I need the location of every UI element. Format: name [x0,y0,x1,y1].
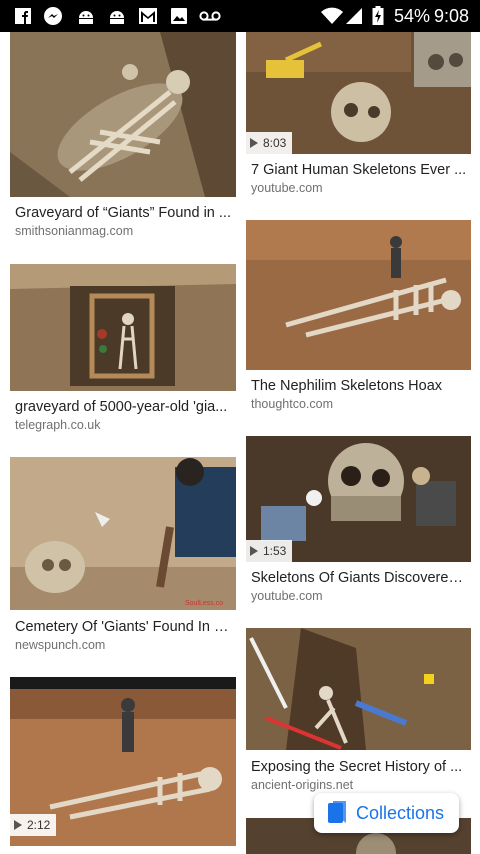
image-results-grid[interactable]: Graveyard of “Giants” Found in ... smith… [0,32,480,854]
result-source: telegraph.co.uk [15,418,101,432]
gmail-icon [138,6,158,26]
result-thumbnail[interactable] [246,628,471,750]
result-title[interactable]: Graveyard of “Giants” Found in ... [15,205,233,221]
result-source: ancient-origins.net [251,778,354,792]
result-thumbnail[interactable]: 8:03 [246,32,471,154]
status-bar: 54% 9:08 [0,0,480,32]
wifi-icon [320,6,344,26]
voicemail-icon [199,6,221,26]
video-duration-badge: 8:03 [246,132,293,154]
result-title[interactable]: Exposing the Secret History of ... [251,759,468,775]
signal-icon [345,6,365,26]
svg-text:SoulLess.co: SoulLess.co [185,600,223,607]
battery-icon [370,6,386,26]
image-result-card[interactable]: Graveyard of “Giants” Found in ... smith… [10,32,236,247]
collections-button[interactable]: Collections [314,793,459,833]
image-result-card[interactable]: The Nephilim Skeletons Hoax thoughtco.co… [246,220,471,415]
clock: 9:08 [434,5,470,26]
result-thumbnail[interactable]: 2:12 [10,677,236,846]
result-source: youtube.com [251,181,323,195]
image-result-card[interactable]: 8:03 7 Giant Human Skeletons Ever ... yo… [246,32,471,204]
result-title[interactable]: The Nephilim Skeletons Hoax [251,378,468,394]
image-result-card[interactable]: 1:53 Skeletons Of Giants Discovered... y… [246,436,471,608]
play-icon [250,138,258,148]
result-title[interactable]: graveyard of 5000-year-old 'gia... [15,399,233,415]
result-title[interactable]: Skeletons Of Giants Discovered... [251,570,468,586]
video-duration-badge: 1:53 [246,540,293,562]
result-thumbnail[interactable]: 1:53 [246,436,471,562]
result-source: smithsonianmag.com [15,224,134,238]
result-title[interactable]: Cemetery Of 'Giants' Found In C... [15,619,233,635]
play-icon [250,546,258,556]
android-icon [107,6,127,26]
result-title[interactable]: 7 Giant Human Skeletons Ever ... [251,162,468,178]
result-source: newspunch.com [15,638,106,652]
result-source: thoughtco.com [251,397,333,411]
result-thumbnail[interactable]: SoulLess.co [10,457,236,610]
play-icon [14,820,22,830]
result-source: youtube.com [251,589,323,603]
battery-percent: 54% [394,5,431,26]
image-result-card[interactable]: Exposing the Secret History of ... ancie… [246,628,471,798]
image-result-card[interactable]: SoulLess.co Cemetery Of 'Giants' Found I… [10,457,236,657]
image-icon [169,6,189,26]
result-thumbnail[interactable] [246,220,471,370]
messenger-icon [43,6,63,26]
facebook-icon [13,6,33,26]
collections-label: Collections [356,802,445,823]
image-result-card[interactable]: graveyard of 5000-year-old 'gia... teleg… [10,264,236,436]
bookmark-icon [328,801,348,825]
result-thumbnail[interactable] [10,32,236,197]
android-icon [76,6,96,26]
image-result-card[interactable]: 2:12 [10,677,236,847]
video-duration-badge: 2:12 [10,814,57,836]
result-thumbnail[interactable] [10,264,236,391]
